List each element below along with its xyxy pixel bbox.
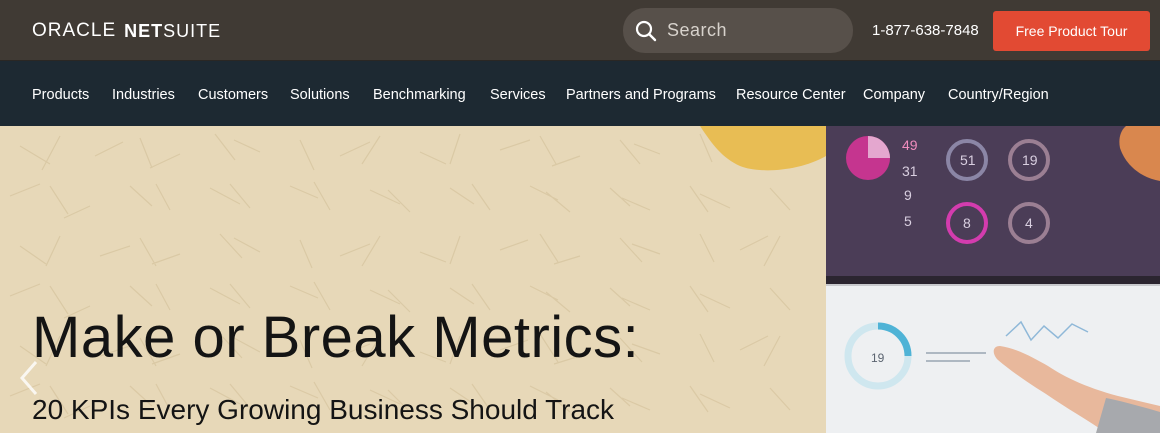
nav-item-benchmarking[interactable]: Benchmarking — [373, 87, 466, 103]
search-box[interactable] — [623, 8, 853, 53]
logo-suite-text: SUITE — [163, 20, 222, 41]
nav-item-partners-and-programs[interactable]: Partners and Programs — [566, 87, 716, 103]
search-input[interactable] — [667, 20, 837, 41]
ring-value: 51 — [960, 152, 976, 168]
dashboard-photo: 49 31 9 5 51 19 8 4 19 — [826, 126, 1160, 433]
free-product-tour-button[interactable]: Free Product Tour — [993, 11, 1150, 51]
logo-net-text: NET — [124, 20, 164, 41]
nav-item-resource-center[interactable]: Resource Center — [736, 87, 846, 103]
nav-item-solutions[interactable]: Solutions — [290, 87, 350, 103]
ring-value: 4 — [1025, 215, 1033, 231]
oracle-netsuite-logo[interactable]: ORACLE NETSUITE — [32, 20, 221, 42]
hero-banner: Make or Break Metrics: 20 KPIs Every Gro… — [0, 126, 826, 433]
main-nav: Products Industries Customers Solutions … — [0, 61, 1160, 126]
logo-netsuite-text: NETSUITE — [124, 21, 221, 42]
logo-oracle-text: ORACLE — [32, 20, 117, 41]
nav-item-country-region[interactable]: Country/Region — [948, 87, 1049, 103]
nav-item-company[interactable]: Company — [863, 87, 925, 103]
search-icon[interactable] — [635, 20, 657, 42]
nav-item-products[interactable]: Products — [32, 87, 89, 103]
nav-item-services[interactable]: Services — [490, 87, 546, 103]
ring-value: 19 — [1022, 152, 1038, 168]
phone-link[interactable]: 1-877-638-7848 — [872, 22, 979, 39]
top-header: ORACLE NETSUITE 1-877-638-7848 Free Prod… — [0, 0, 1160, 61]
ring-value: 19 — [871, 351, 885, 365]
hero-title: Make or Break Metrics: — [32, 305, 640, 370]
nav-item-customers[interactable]: Customers — [198, 87, 268, 103]
stat-value: 31 — [902, 163, 918, 179]
nav-item-industries[interactable]: Industries — [112, 87, 175, 103]
stat-value: 5 — [904, 213, 912, 229]
stat-value: 9 — [904, 187, 912, 203]
hero-background-pattern — [9, 126, 826, 419]
hero-subtitle: 20 KPIs Every Growing Business Should Tr… — [32, 394, 615, 425]
stat-value: 49 — [902, 137, 918, 153]
ring-value: 8 — [963, 215, 971, 231]
